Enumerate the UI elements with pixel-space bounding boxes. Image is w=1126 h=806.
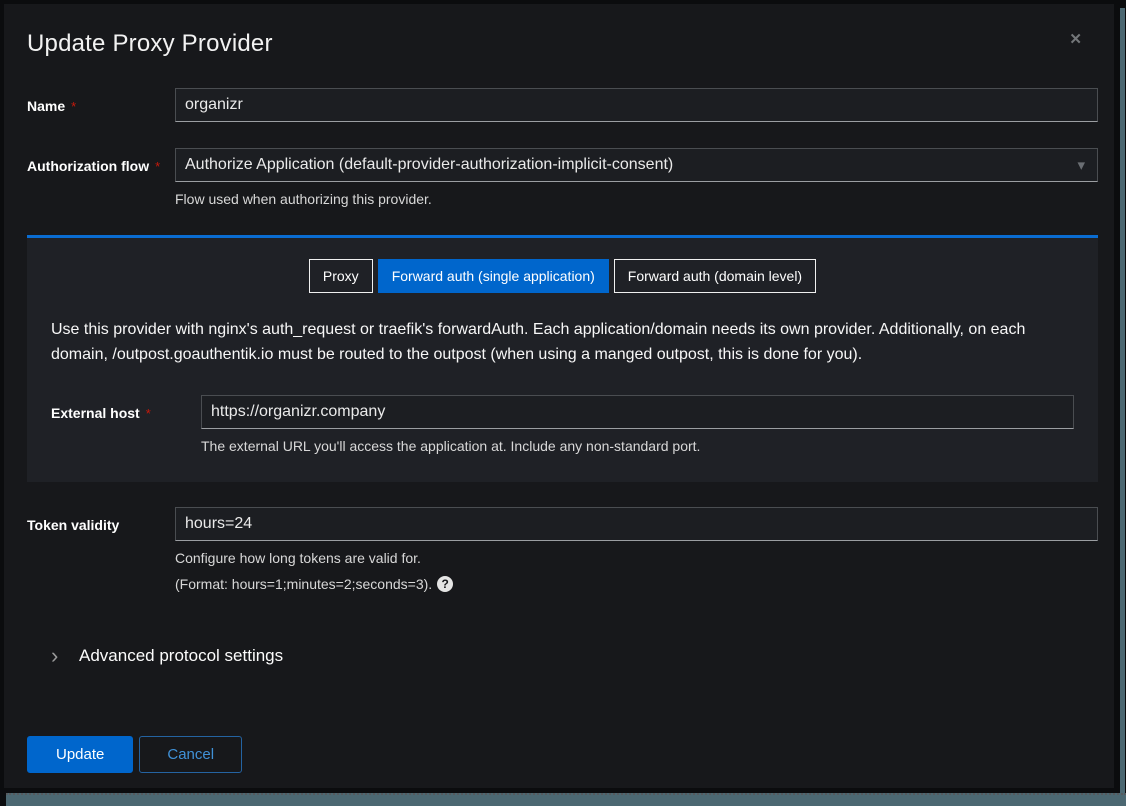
page-edge-bottom [6,793,1126,806]
name-label-text: Name [27,98,65,114]
token-validity-label: Token validity [27,507,175,592]
page-edge-right [1120,8,1125,806]
proxy-mode-toggle-group: Proxy Forward auth (single application) … [51,259,1074,293]
proxy-mode-card: Proxy Forward auth (single application) … [27,235,1098,482]
token-validity-help-line2: (Format: hours=1;minutes=2;seconds=3). ? [175,576,1098,592]
modal-footer: Update Cancel [4,736,1114,773]
authorization-flow-selected-value: Authorize Application (default-provider-… [185,156,673,174]
chevron-down-icon: ▾ [1077,156,1085,174]
tab-forward-auth-domain-level[interactable]: Forward auth (domain level) [614,259,816,293]
forward-auth-description: Use this provider with nginx's auth_requ… [51,318,1074,368]
help-icon[interactable]: ? [437,576,453,592]
screen: Update Proxy Provider ✕ Name * Authorizat… [0,0,1126,806]
token-validity-format-text: (Format: hours=1;minutes=2;seconds=3). [175,576,432,592]
authorization-flow-help: Flow used when authorizing this provider… [175,190,1098,208]
authorization-flow-control: Authorize Application (default-provider-… [175,148,1098,208]
modal-body: Name * Authorization flow * Authorize Appl… [4,58,1114,666]
advanced-protocol-settings-label: Advanced protocol settings [79,646,283,666]
form-row-authorization-flow: Authorization flow * Authorize Applicatio… [27,148,1098,208]
modal-title: Update Proxy Provider [27,30,1090,58]
tab-forward-auth-single-application[interactable]: Forward auth (single application) [378,259,609,293]
authorization-flow-label: Authorization flow * [27,148,175,208]
authorization-flow-label-text: Authorization flow [27,158,149,174]
chevron-right-icon: › [51,647,79,665]
tab-proxy[interactable]: Proxy [309,259,373,293]
form-row-token-validity: Token validity Configure how long tokens… [27,507,1098,592]
cancel-button[interactable]: Cancel [139,736,242,773]
external-host-label: External host * [51,395,201,455]
name-label: Name * [27,88,175,122]
external-host-help: The external URL you'll access the appli… [201,437,1074,455]
required-asterisk: * [71,99,76,114]
external-host-input[interactable] [201,395,1074,429]
update-button[interactable]: Update [27,736,133,773]
form-row-external-host: External host * The external URL you'll a… [51,395,1074,455]
form-row-name: Name * [27,88,1098,122]
advanced-protocol-settings-toggle[interactable]: › Advanced protocol settings [27,646,1098,666]
name-control [175,88,1098,122]
close-icon[interactable]: ✕ [1069,32,1082,47]
required-asterisk: * [146,406,151,421]
external-host-label-text: External host [51,405,140,421]
external-host-control: The external URL you'll access the appli… [201,395,1074,455]
modal-header: Update Proxy Provider ✕ [4,4,1114,58]
update-proxy-provider-modal: Update Proxy Provider ✕ Name * Authorizat… [4,4,1114,788]
token-validity-help-line1: Configure how long tokens are valid for. [175,549,1098,567]
token-validity-input[interactable] [175,507,1098,541]
required-asterisk: * [155,159,160,174]
token-validity-control: Configure how long tokens are valid for.… [175,507,1098,592]
name-input[interactable] [175,88,1098,122]
authorization-flow-select[interactable]: Authorize Application (default-provider-… [175,148,1098,182]
